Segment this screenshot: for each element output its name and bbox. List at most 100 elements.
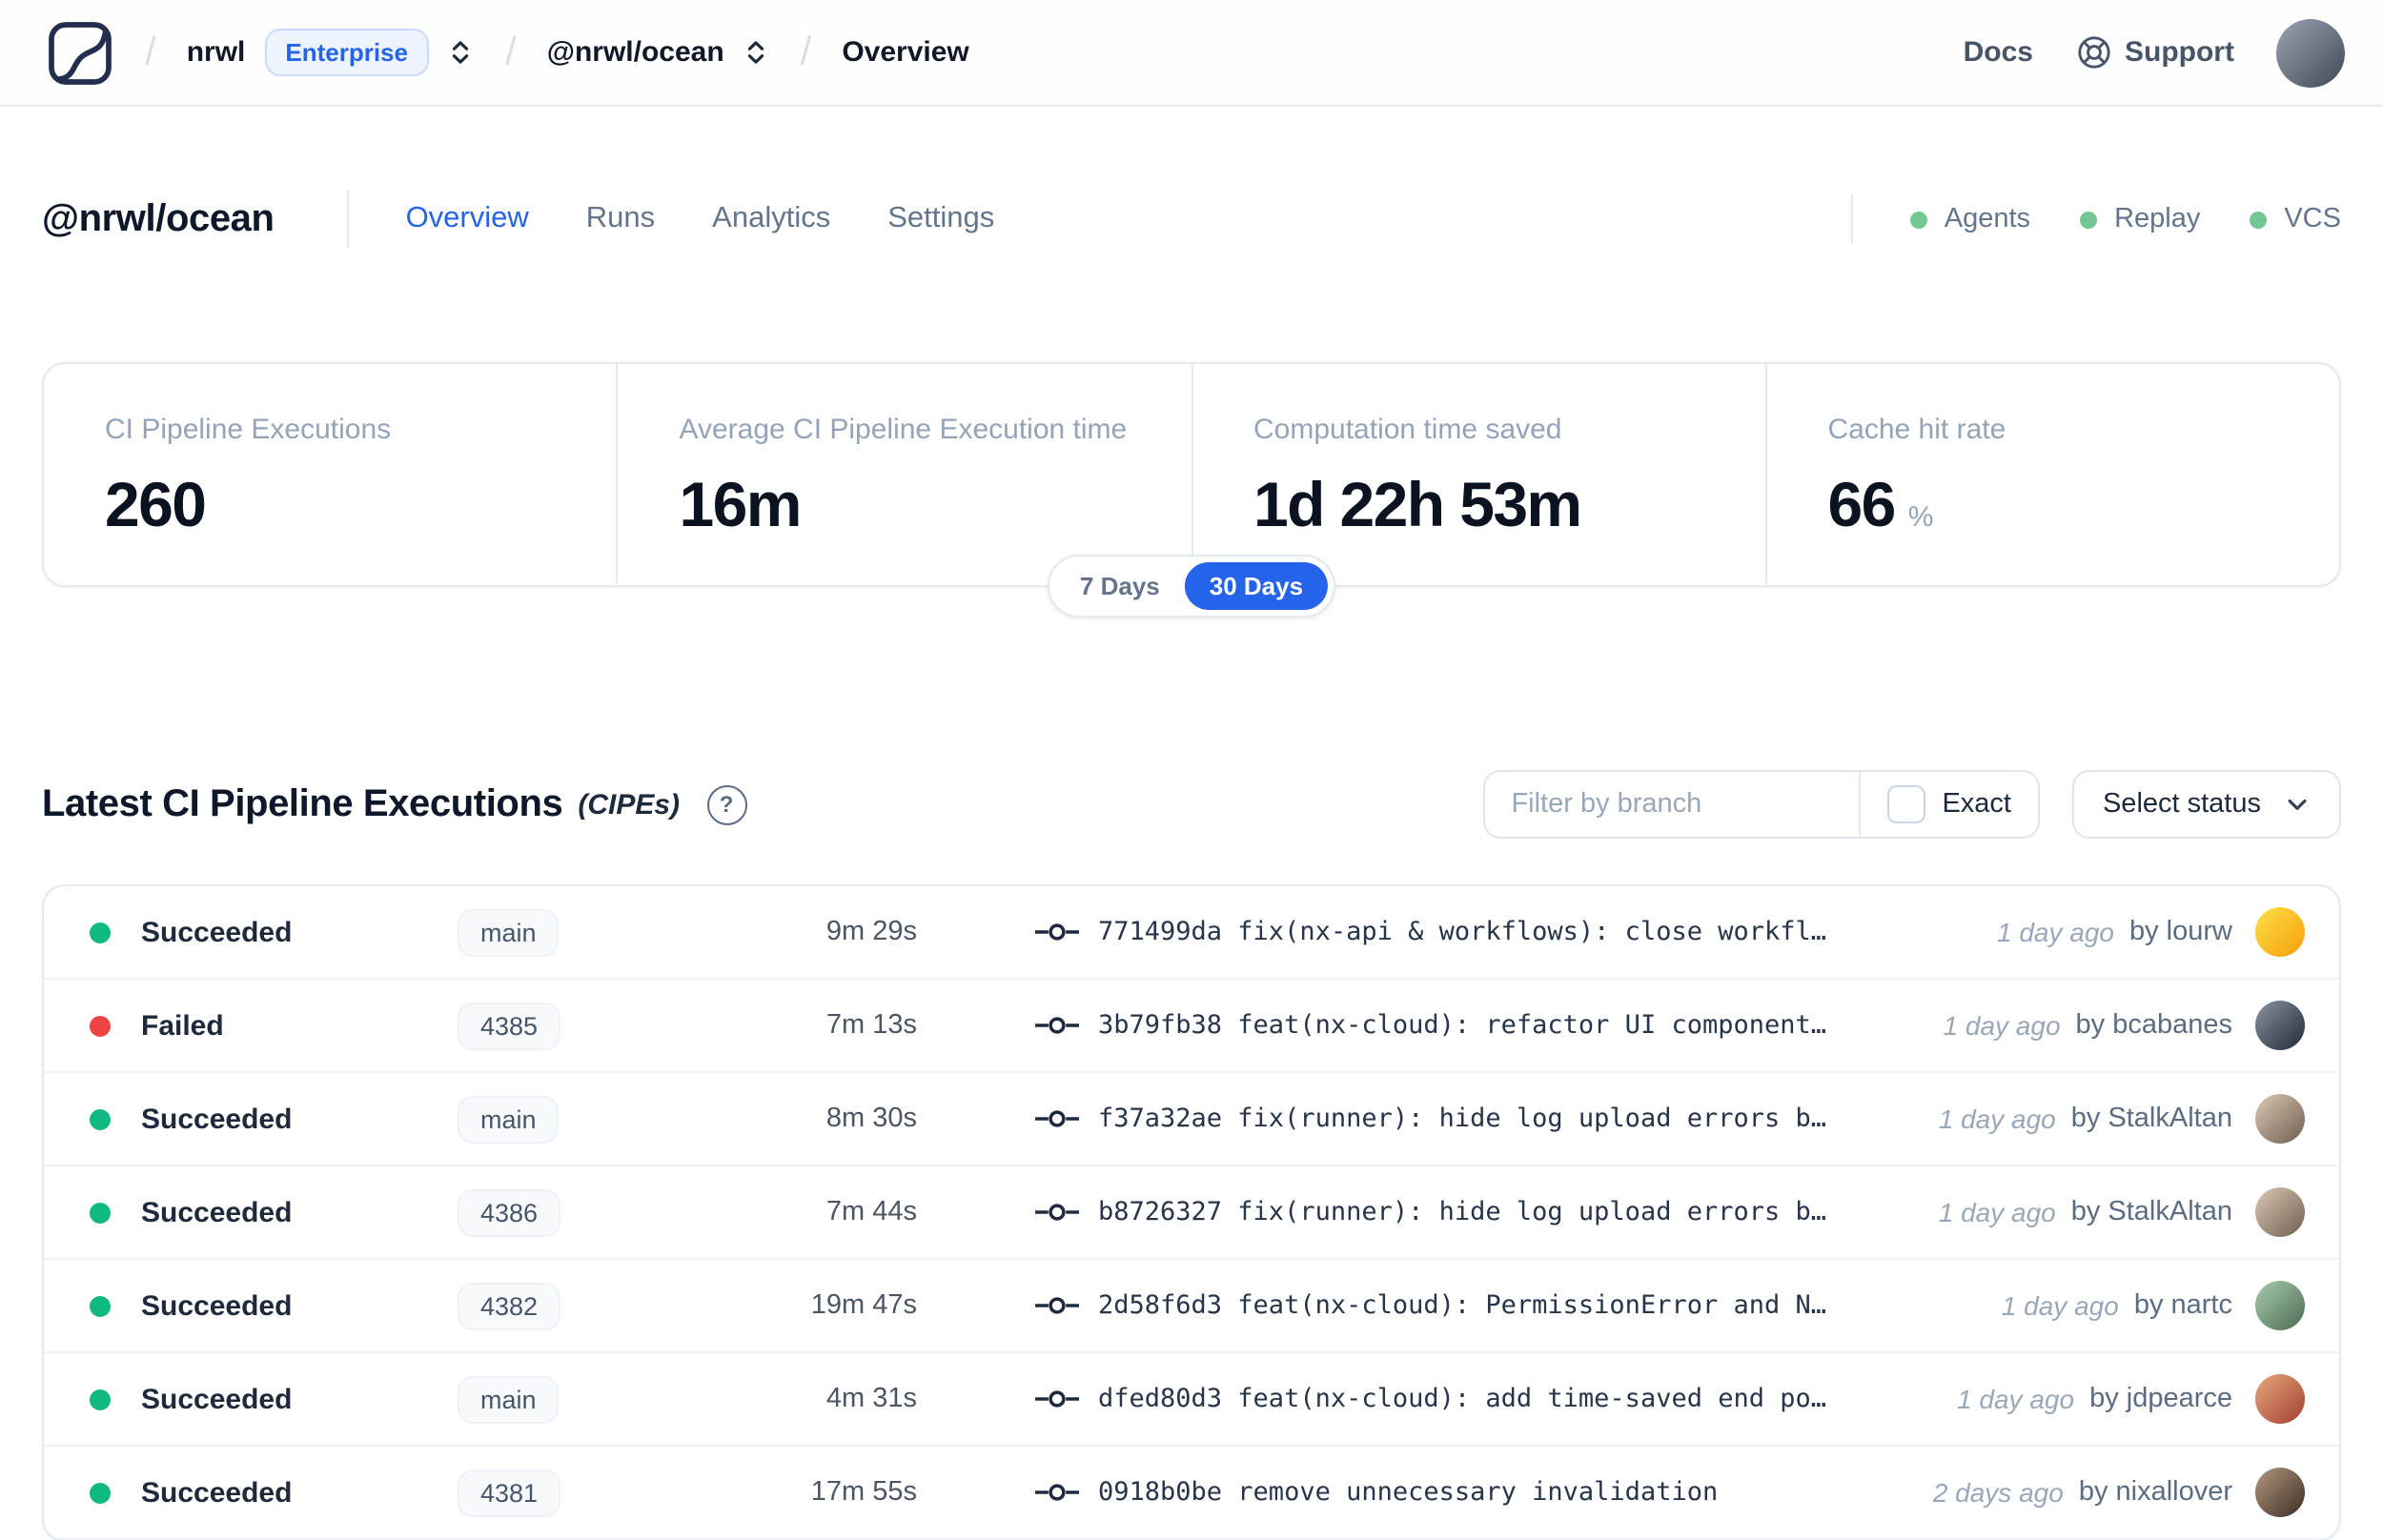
exact-checkbox[interactable] <box>1886 785 1925 823</box>
workspace-switcher-button[interactable] <box>742 38 770 67</box>
legend-item-vcs[interactable]: VCS <box>2250 204 2341 234</box>
author: by StalkAltan <box>2070 1197 2232 1227</box>
breadcrumb-separator: / <box>505 30 517 73</box>
unfold-chevrons-icon <box>446 38 475 67</box>
status-dot-icon <box>90 1482 111 1503</box>
table-row[interactable]: Failed 4385 7m 13s 3b79fb38 feat(nx-clou… <box>44 980 2339 1073</box>
exact-label: Exact <box>1942 789 2011 820</box>
workspace-title: @nrwl/ocean <box>42 197 275 239</box>
status-dot-icon <box>90 1202 111 1223</box>
user-avatar[interactable] <box>2276 18 2345 87</box>
legend-item-replay[interactable]: Replay <box>2080 204 2200 234</box>
status-label: Failed <box>141 1009 224 1042</box>
nx-cloud-logo-icon[interactable] <box>46 18 114 87</box>
lifebuoy-icon <box>2075 34 2111 71</box>
divider <box>1850 194 1853 244</box>
author: by lourw <box>2129 917 2232 947</box>
breadcrumb-workspace[interactable]: @nrwl/ocean <box>547 36 724 69</box>
time-ago: 1 day ago <box>1943 1010 2061 1041</box>
green-status-dot-icon <box>2080 211 2098 228</box>
commit-message: 771499da fix(nx-api & workflows): close … <box>1098 917 1827 947</box>
git-commit-icon <box>1035 1388 1079 1410</box>
breadcrumb-separator: / <box>145 30 156 73</box>
branch-badge: 4385 <box>458 1002 561 1049</box>
range-option-7-days[interactable]: 7 Days <box>1055 562 1185 610</box>
status-label: Succeeded <box>141 1476 293 1509</box>
stat-ci-pipeline-executions: CI Pipeline Executions 260 <box>44 364 619 585</box>
branch-badge: 4381 <box>458 1469 561 1516</box>
author-avatar <box>2255 1187 2305 1237</box>
status-label: Succeeded <box>141 1103 293 1135</box>
section-title-note: (CIPEs) <box>578 788 681 821</box>
commit-message: 0918b0be remove unnecessary invalidation <box>1098 1477 1719 1508</box>
table-row[interactable]: Succeeded 4382 19m 47s 2d58f6d3 feat(nx-… <box>44 1260 2339 1353</box>
duration: 7m 13s <box>825 1010 917 1041</box>
duration: 8m 30s <box>825 1104 917 1134</box>
time-ago: 1 day ago <box>1938 1197 2056 1227</box>
author-avatar <box>2255 1468 2305 1517</box>
commit-message: b8726327 fix(runner): hide log upload er… <box>1098 1197 1827 1227</box>
top-nav: / nrwl Enterprise / @nrwl/ocean / Overvi… <box>0 0 2383 107</box>
git-commit-icon <box>1035 1014 1079 1037</box>
commit-message: 3b79fb38 feat(nx-cloud): refactor UI com… <box>1098 1010 1827 1041</box>
docs-link[interactable]: Docs <box>1964 36 2033 69</box>
table-row[interactable]: Succeeded 4386 7m 44s b8726327 fix(runne… <box>44 1166 2339 1260</box>
branch-badge: 4382 <box>458 1282 561 1329</box>
stat-average-execution-time: Average CI Pipeline Execution time 16m <box>619 364 1192 585</box>
commit-message: 2d58f6d3 feat(nx-cloud): PermissionError… <box>1098 1290 1827 1321</box>
exact-match-segment: Exact <box>1858 772 2038 837</box>
filter-controls: Exact Select status <box>1482 770 2341 839</box>
branch-filter-group: Exact <box>1482 770 2040 839</box>
tab-overview[interactable]: Overview <box>406 202 529 236</box>
tab-settings[interactable]: Settings <box>887 202 994 236</box>
table-row[interactable]: Succeeded main 8m 30s f37a32ae fix(runne… <box>44 1073 2339 1166</box>
git-commit-icon <box>1035 1481 1079 1504</box>
stat-computation-time-saved: Computation time saved 1d 22h 53m <box>1192 364 1767 585</box>
status-dot-icon <box>90 922 111 942</box>
branch-badge: main <box>458 1095 560 1143</box>
git-commit-icon <box>1035 1107 1079 1130</box>
stats-section: CI Pipeline Executions 260 Average CI Pi… <box>42 362 2341 618</box>
tab-runs[interactable]: Runs <box>586 202 655 236</box>
author-avatar <box>2255 907 2305 957</box>
status-label: Succeeded <box>141 1196 293 1228</box>
chevron-down-icon <box>2284 791 2311 818</box>
table-row[interactable]: Succeeded main 9m 29s 771499da fix(nx-ap… <box>44 886 2339 980</box>
range-option-30-days[interactable]: 30 Days <box>1184 562 1329 610</box>
author: by StalkAltan <box>2070 1104 2232 1134</box>
legend-item-agents[interactable]: Agents <box>1909 204 2030 234</box>
status-dot-icon <box>90 1388 111 1409</box>
enterprise-plan-badge[interactable]: Enterprise <box>264 29 429 76</box>
time-ago: 2 days ago <box>1932 1477 2064 1508</box>
section-title: Latest CI Pipeline Executions <box>42 782 563 824</box>
feature-status-legend: Agents Replay VCS <box>1850 194 2341 244</box>
author: by nixallover <box>2078 1477 2232 1508</box>
app-viewport: / nrwl Enterprise / @nrwl/ocean / Overvi… <box>0 0 2383 1540</box>
time-ago: 1 day ago <box>1957 1384 2075 1414</box>
breadcrumb-org[interactable]: nrwl <box>187 36 246 69</box>
green-status-dot-icon <box>2250 211 2268 228</box>
org-switcher-button[interactable] <box>446 38 475 67</box>
branch-badge: main <box>458 908 560 956</box>
status-dot-icon <box>90 1108 111 1129</box>
tab-analytics[interactable]: Analytics <box>712 202 830 236</box>
green-status-dot-icon <box>1909 211 1927 228</box>
support-link[interactable]: Support <box>2075 34 2234 71</box>
author-avatar <box>2255 1094 2305 1144</box>
table-row[interactable]: Succeeded 4381 17m 55s 0918b0be remove u… <box>44 1447 2339 1540</box>
cipe-section-header: Latest CI Pipeline Executions (CIPEs) ? … <box>42 770 2341 839</box>
commit-message: f37a32ae fix(runner): hide log upload er… <box>1098 1104 1827 1134</box>
branch-filter-input[interactable] <box>1484 772 1859 837</box>
status-label: Succeeded <box>141 916 293 948</box>
table-row[interactable]: Succeeded main 4m 31s dfed80d3 feat(nx-c… <box>44 1353 2339 1447</box>
time-ago: 1 day ago <box>2001 1290 2119 1321</box>
help-icon[interactable]: ? <box>706 784 747 824</box>
duration: 4m 31s <box>825 1384 917 1414</box>
divider <box>346 191 349 248</box>
stats-card: CI Pipeline Executions 260 Average CI Pi… <box>42 362 2341 587</box>
status-dot-icon <box>90 1015 111 1036</box>
status-dot-icon <box>90 1295 111 1316</box>
author-avatar <box>2255 1001 2305 1050</box>
select-status-dropdown[interactable]: Select status <box>2071 770 2341 839</box>
cipe-table: Succeeded main 9m 29s 771499da fix(nx-ap… <box>42 884 2341 1540</box>
